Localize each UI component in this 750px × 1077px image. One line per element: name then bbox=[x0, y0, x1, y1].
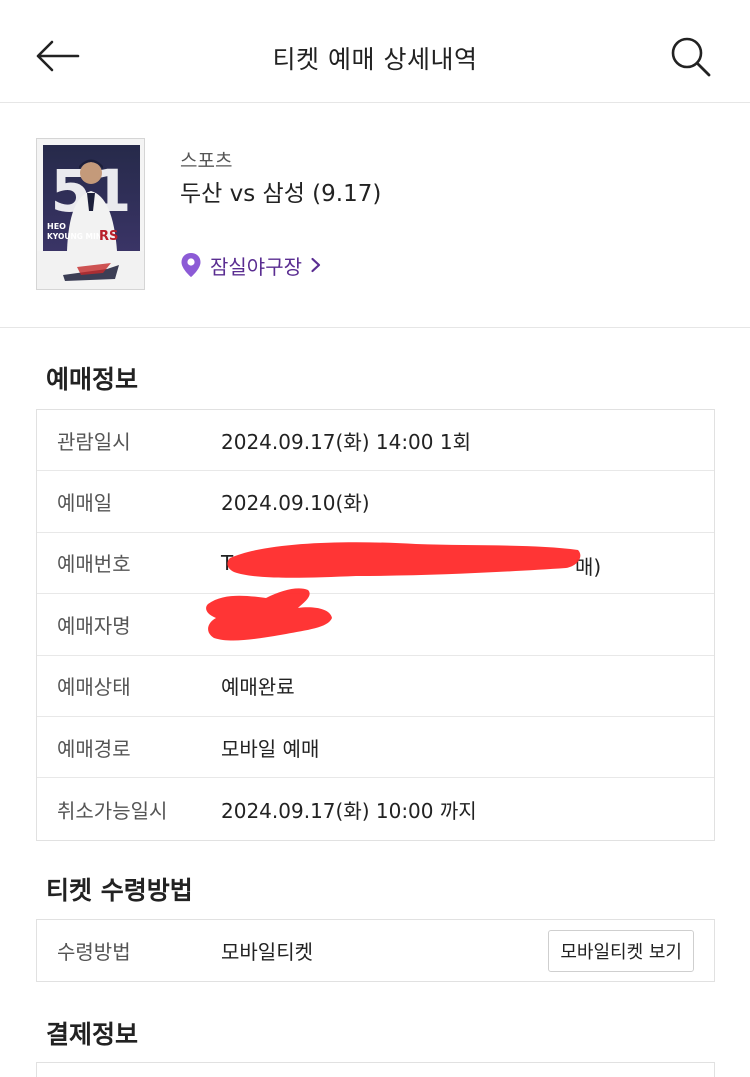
reservation-section-title: 예매정보 bbox=[46, 365, 139, 394]
table-row: 예매상태 예매완료 bbox=[37, 656, 714, 717]
row-label-booking-date: 예매일 bbox=[57, 491, 113, 516]
reservation-info-table: 관람일시 2024.09.17(화) 14:00 1회 예매일 2024.09.… bbox=[36, 409, 715, 841]
poster-player-name-2: KYOUNG MIN bbox=[47, 232, 102, 241]
table-row: 예매경로 모바일 예매 bbox=[37, 717, 714, 779]
table-row: 취소가능일시 2024.09.17(화) 10:00 까지 bbox=[37, 778, 714, 839]
receive-info-table: 수령방법 모바일티켓 모바일티켓 보기 bbox=[36, 919, 715, 982]
app-header: 티켓 예매 상세내역 bbox=[0, 0, 750, 103]
row-label-booking-status: 예매상태 bbox=[57, 675, 131, 700]
row-label-booking-channel: 예매경로 bbox=[57, 736, 131, 761]
row-label-booker-name: 예매자명 bbox=[57, 613, 131, 638]
view-date-value: 2024.09.17(화) 14:00 1회 bbox=[221, 429, 471, 454]
row-label-view-date: 관람일시 bbox=[57, 429, 131, 454]
poster-player-name-1: HEO bbox=[47, 222, 66, 231]
row-label-receive-method: 수령방법 bbox=[57, 940, 131, 964]
cancel-deadline-value: 2024.09.17(화) 10:00 까지 bbox=[221, 798, 477, 823]
view-mobile-ticket-button[interactable]: 모바일티켓 보기 bbox=[548, 930, 694, 972]
poster-jersey-text: RS bbox=[99, 229, 118, 244]
booking-channel-value: 모바일 예매 bbox=[221, 736, 320, 761]
location-pin-icon bbox=[181, 253, 201, 277]
table-row: 예매자명 bbox=[37, 594, 714, 656]
redaction-booking-number bbox=[227, 542, 581, 578]
search-icon bbox=[671, 37, 711, 77]
event-category: 스포츠 bbox=[180, 150, 233, 172]
search-button[interactable] bbox=[668, 34, 712, 78]
venue-name: 잠실야구장 bbox=[210, 254, 302, 279]
page-title: 티켓 예매 상세내역 bbox=[272, 45, 478, 74]
venue-link[interactable]: 잠실야구장 bbox=[180, 252, 322, 279]
redaction-booker-name bbox=[206, 588, 332, 641]
row-label-booking-number: 예매번호 bbox=[57, 552, 131, 577]
ticket-detail-page: 티켓 예매 상세내역 51 HEO KYOUNG MIN bbox=[0, 0, 750, 1077]
table-row: 관람일시 2024.09.17(화) 14:00 1회 bbox=[37, 410, 714, 472]
receive-method-value: 모바일티켓 bbox=[221, 940, 313, 964]
event-title: 두산 vs 삼성 (9.17) bbox=[180, 181, 382, 207]
payment-section-title: 결제정보 bbox=[46, 1020, 139, 1049]
receive-section-title: 티켓 수령방법 bbox=[46, 876, 193, 905]
poster-image: 51 HEO KYOUNG MIN RS bbox=[37, 145, 144, 289]
chevron-right-icon bbox=[311, 257, 321, 273]
row-label-cancel-deadline: 취소가능일시 bbox=[57, 798, 168, 823]
booking-status-value: 예매완료 bbox=[221, 675, 295, 700]
payment-info-table bbox=[36, 1062, 715, 1077]
table-row: 예매일 2024.09.10(화) bbox=[37, 471, 714, 533]
booking-date-value: 2024.09.10(화) bbox=[221, 491, 370, 516]
event-poster[interactable]: 51 HEO KYOUNG MIN RS bbox=[36, 138, 145, 290]
